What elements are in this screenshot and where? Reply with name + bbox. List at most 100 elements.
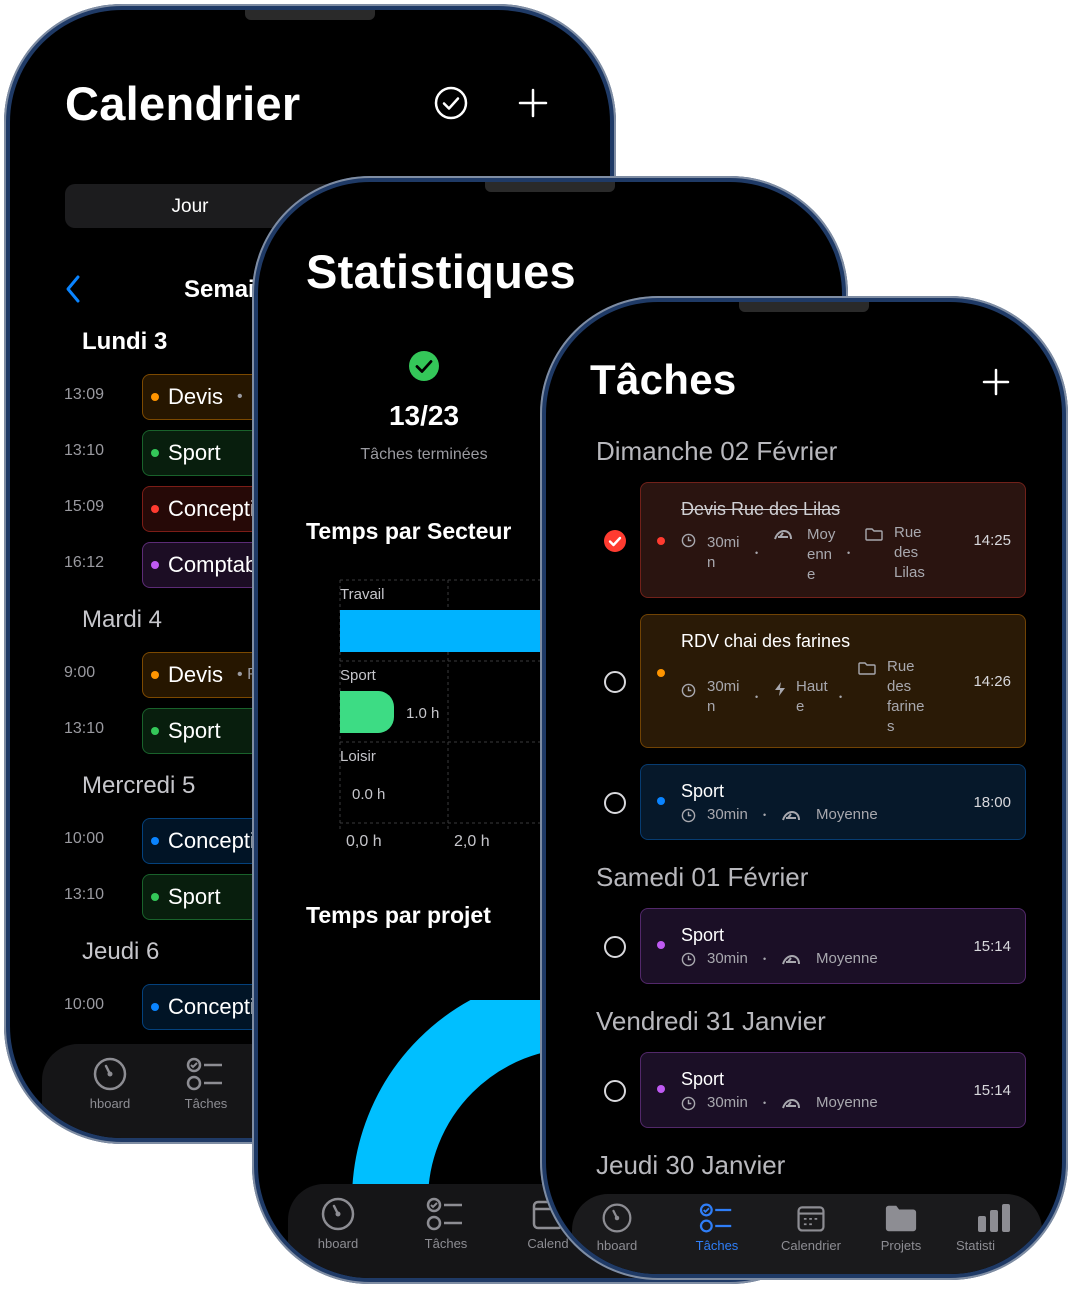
tab-statistics[interactable]: Statisti (956, 1202, 1026, 1253)
event-title: Sport (168, 440, 221, 465)
task-card[interactable]: RDV chai des farines 14:26 30mi n Haut e • • R… (604, 614, 1026, 748)
tab-tasks[interactable]: Tâches (166, 1056, 246, 1111)
check-badge-icon (408, 350, 440, 387)
event-color-dot (151, 671, 159, 679)
task-card[interactable]: Sport 18:00 30min Moyenne • (604, 764, 1026, 840)
task-location: Rue des farine s (887, 658, 925, 735)
task-duration: 30min (707, 806, 748, 823)
event-title: Comptab (168, 552, 258, 577)
segment-day[interactable]: Jour (65, 196, 315, 218)
task-color-dot (657, 1085, 665, 1093)
tab-dashboard[interactable]: hboard (298, 1196, 378, 1251)
task-title: RDV chai des farines (681, 631, 851, 651)
tab-dashboard[interactable]: hboard (70, 1056, 150, 1111)
event-time: 13:10 (64, 442, 105, 459)
chevron-left-icon[interactable] (64, 274, 82, 309)
event-title: Devis (168, 384, 224, 409)
category-label: Loisir (340, 748, 376, 765)
tab-dashboard[interactable]: hboard (582, 1202, 652, 1253)
bolt-icon (773, 681, 787, 702)
day-header: Mardi 4 (82, 606, 163, 633)
tab-tasks[interactable]: Tâches (406, 1196, 486, 1251)
day-header: Jeudi 6 (82, 938, 160, 965)
plus-icon[interactable] (982, 368, 1010, 401)
event-title: Concepti (168, 994, 255, 1019)
value-label: 1.0 h (406, 705, 439, 722)
event-time: 13:09 (64, 386, 105, 403)
section-header: Vendredi 31 Janvier (596, 1006, 826, 1036)
clock-icon (681, 533, 696, 553)
clock-icon (681, 952, 696, 972)
checkbox[interactable] (604, 792, 626, 814)
value-label: 0.0 h (352, 786, 385, 803)
notch (245, 10, 375, 20)
checkbox[interactable] (604, 1080, 626, 1102)
tab-calendar-label: Calend (527, 1236, 569, 1251)
task-color-dot (657, 669, 665, 677)
task-card[interactable]: Sport 15:14 30min Moyenne • (604, 1052, 1026, 1128)
task-time: 18:00 (973, 794, 1011, 811)
task-time: 14:25 (973, 532, 1011, 549)
checkmark-icon (608, 536, 622, 547)
clock-icon (681, 808, 696, 828)
event-title: Sport (168, 718, 221, 743)
checkbox[interactable] (604, 671, 626, 693)
event-color-dot (151, 727, 159, 735)
notch (739, 302, 869, 312)
tab-tasks[interactable]: Tâches (677, 1202, 757, 1253)
gauge-icon (298, 1196, 378, 1232)
event-color-dot (151, 837, 159, 845)
task-time: 15:14 (973, 938, 1011, 955)
task-title: Sport (681, 781, 725, 801)
completed-count: 13/23 (388, 400, 460, 431)
section-header: Jeudi 30 Janvier (596, 1150, 786, 1180)
separator-dot: • (755, 692, 759, 702)
week-label: Semai (184, 276, 255, 303)
tab-tasks-label: Tâches (424, 1236, 468, 1251)
event-time: 16:12 (64, 554, 105, 571)
separator-dot: • (839, 692, 843, 702)
checkmark-circle-icon[interactable] (434, 86, 468, 125)
tab-calendar[interactable]: Calendrier (768, 1202, 854, 1253)
task-duration: 30mi n (707, 534, 740, 571)
event-color-dot (151, 505, 159, 513)
event-color-dot (151, 561, 159, 569)
gauge-icon (781, 952, 801, 973)
tick-label: 0,0 h (346, 833, 382, 850)
task-card[interactable]: Devis Rue des Lilas 14:25 30mi n Moy enn e •… (604, 482, 1026, 598)
task-location: Rue des Lilas (894, 524, 925, 581)
event-time: 9:00 (64, 664, 96, 681)
bar-cap (340, 691, 356, 733)
event-title: Sport (168, 884, 221, 909)
tab-projects[interactable]: Projets (866, 1202, 936, 1253)
event-title: Devis (168, 662, 224, 687)
day-header: Mercredi 5 (82, 772, 196, 799)
day-header: Lundi 3 (82, 328, 168, 355)
task-priority: Moyenne (816, 950, 878, 967)
task-duration: 30min (707, 950, 748, 967)
task-time: 15:14 (973, 1082, 1011, 1099)
task-title: Sport (681, 925, 725, 945)
separator-dot: • (755, 548, 759, 558)
folder-icon (858, 661, 876, 680)
completed-label: Tâches terminées (360, 446, 488, 463)
separator-dot: • (763, 954, 767, 964)
page-title: Statistiques (306, 245, 576, 298)
notch (485, 182, 615, 192)
gauge-icon (70, 1056, 150, 1092)
event-color-dot (151, 1003, 159, 1011)
calendar-icon (768, 1202, 854, 1234)
task-time: 14:26 (973, 673, 1011, 690)
task-priority: Moyenne (816, 806, 878, 823)
checkbox-checked[interactable] (604, 530, 626, 552)
task-priority: Moy enn e (807, 526, 836, 583)
task-color-dot (657, 797, 665, 805)
task-priority: Haut e (796, 678, 828, 715)
sector-title: Temps par Secteur (306, 518, 512, 544)
task-card[interactable]: Sport 15:14 30min Moyenne • (604, 908, 1026, 984)
plus-icon[interactable] (518, 88, 548, 123)
separator-dot: • (847, 548, 851, 558)
checkbox[interactable] (604, 936, 626, 958)
gauge-icon (781, 808, 801, 829)
page-title: Calendrier (65, 77, 301, 130)
